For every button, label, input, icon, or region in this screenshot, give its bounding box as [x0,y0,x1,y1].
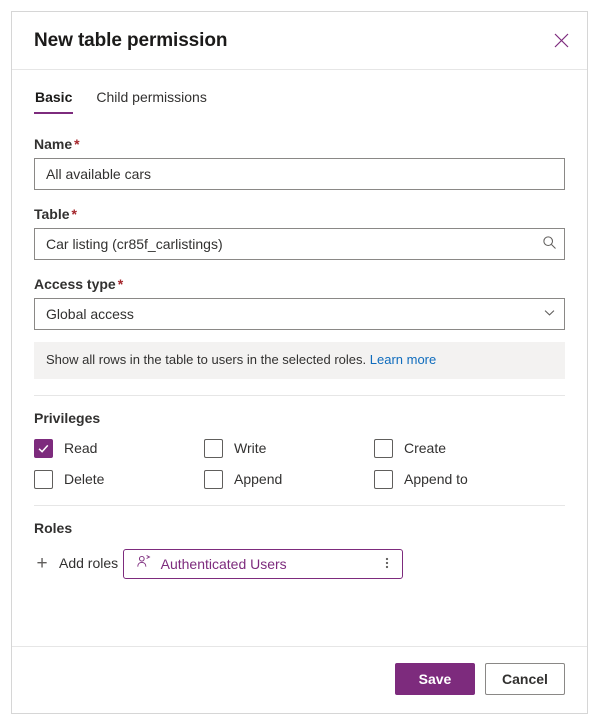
access-type-select-wrap [34,298,565,330]
tab-list: Basic Child permissions [34,70,565,114]
chevron-down-icon [543,306,556,322]
table-search-button[interactable] [534,229,564,259]
access-type-dropdown-button[interactable] [534,299,564,329]
role-chip-content: Authenticated Users [136,554,287,574]
table-input[interactable] [34,228,565,260]
dialog-footer: Save Cancel [12,646,587,713]
access-type-select[interactable] [34,298,565,330]
tab-basic[interactable]: Basic [34,86,74,114]
privilege-read-label: Read [64,440,98,457]
privilege-delete[interactable]: Delete [34,469,204,489]
privilege-create-checkbox[interactable] [374,438,393,458]
privilege-create[interactable]: Create [374,438,544,458]
table-label: Table * [34,206,565,222]
close-icon [554,33,569,48]
more-vertical-icon [385,555,389,573]
privilege-write[interactable]: Write [204,438,374,458]
access-type-label: Access type * [34,276,565,292]
table-required-marker: * [71,206,77,222]
privilege-read[interactable]: Read [34,438,204,458]
tab-child-permissions-label: Child permissions [96,89,207,105]
privileges-grid: Read Write Create Delete Append Append t… [34,438,565,489]
search-icon [542,235,557,253]
divider-roles [34,504,565,506]
privilege-append[interactable]: Append [204,469,374,489]
privilege-append-to-label: Append to [404,471,468,488]
privilege-read-checkbox[interactable] [34,438,53,458]
role-chip-more-button[interactable] [376,552,398,576]
divider-privileges [34,394,565,396]
learn-more-link[interactable]: Learn more [370,352,436,367]
privilege-write-checkbox[interactable] [204,438,223,458]
privileges-title: Privileges [34,409,101,426]
page-title: New table permission [34,29,228,51]
name-input[interactable] [34,158,565,190]
access-type-label-text: Access type [34,276,116,292]
role-chip-label: Authenticated Users [160,555,287,572]
privilege-delete-checkbox[interactable] [34,469,53,489]
table-label-text: Table [34,206,70,222]
privilege-append-checkbox[interactable] [204,469,223,489]
access-type-field-group: Access type * [34,276,565,330]
privilege-append-label: Append [234,471,283,488]
new-table-permission-dialog: New table permission Basic Child permiss… [11,11,588,714]
name-field-group: Name * [34,136,565,190]
name-label-text: Name [34,136,73,152]
table-field-group: Table * [34,206,565,260]
name-input-wrap [34,158,565,190]
add-roles-button[interactable]: + Add roles [34,552,118,575]
roles-title: Roles [34,519,73,536]
table-input-wrap [34,228,565,260]
check-icon [38,444,49,453]
tab-basic-label: Basic [35,89,73,105]
name-required-marker: * [74,136,80,152]
cancel-button[interactable]: Cancel [485,663,565,695]
dialog-body: Basic Child permissions Name* Table* [12,70,587,646]
privilege-append-to-checkbox[interactable] [374,469,393,489]
plus-icon: + [36,552,48,574]
name-label: Name * [34,136,565,152]
role-chip-authenticated-users[interactable]: Authenticated Users [122,548,403,579]
save-button[interactable]: Save [395,663,475,695]
dialog-header: New table permission [12,12,587,70]
add-roles-label: Add roles [59,555,119,572]
privilege-create-label: Create [404,440,447,457]
access-type-hint: Show all rows in the table to users in t… [34,342,565,379]
privilege-append-to[interactable]: Append to [374,469,544,489]
privilege-write-label: Write [234,440,267,457]
close-button[interactable] [545,25,577,57]
access-type-hint-text: Show all rows in the table to users in t… [46,352,367,367]
tab-child-permissions[interactable]: Child permissions [95,86,207,114]
privilege-delete-label: Delete [64,471,105,488]
person-icon [136,554,151,574]
access-type-required-marker: * [117,276,124,292]
